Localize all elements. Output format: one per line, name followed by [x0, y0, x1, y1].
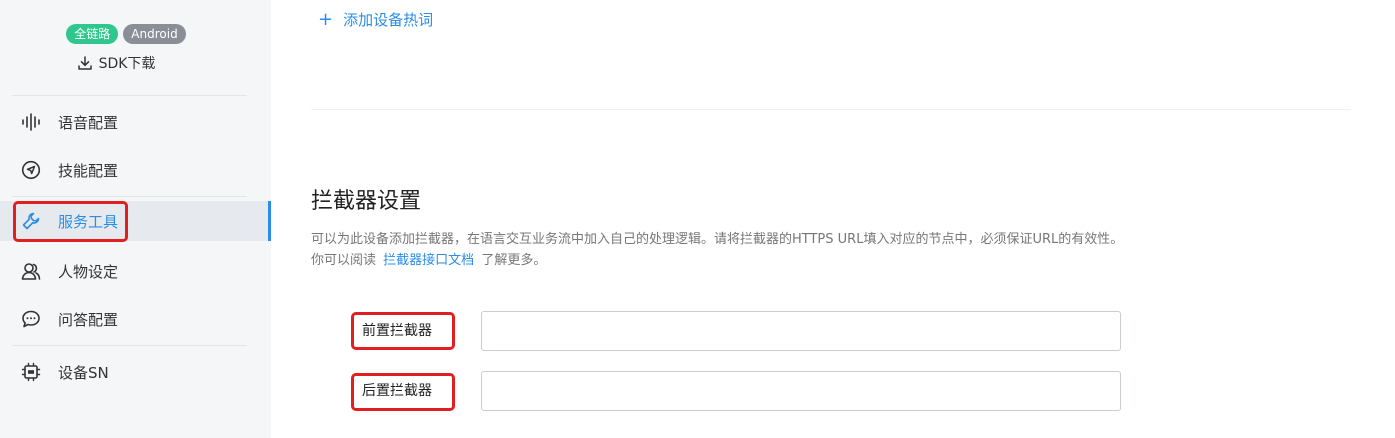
highlight-box — [351, 312, 455, 350]
sidebar-item-voice-config[interactable]: 语音配置 — [0, 102, 271, 142]
sidebar-item-label: 技能配置 — [58, 161, 119, 180]
description-prefix: 你可以阅读 — [311, 253, 377, 268]
platform-badge: Android — [123, 24, 186, 44]
sidebar-item-label: 问答配置 — [58, 310, 119, 329]
sidebar-item-persona[interactable]: 人物设定 — [0, 251, 271, 291]
plus-icon: + — [318, 9, 334, 30]
sidebar: 全链路 Android SDK下载 语音配置 技能配置 服务工具 人物设定 问答… — [0, 0, 271, 438]
badge-group: 全链路 Android — [0, 24, 252, 44]
description-suffix: 了解更多。 — [481, 253, 547, 268]
download-icon — [77, 56, 92, 70]
sidebar-item-label: 人物设定 — [58, 262, 119, 281]
sdk-download-label: SDK下载 — [98, 56, 156, 72]
description-line: 你可以阅读 拦截器接口文档 了解更多。 — [311, 250, 1123, 271]
navigation-icon — [20, 159, 42, 181]
description-line: 可以为此设备添加拦截器，在语言交互业务流中加入自己的处理逻辑。请将拦截器的HTT… — [311, 232, 1124, 247]
voice-wave-icon — [20, 111, 42, 133]
full-link-badge: 全链路 — [66, 24, 119, 44]
add-hotword-link[interactable]: + 添加设备热词 — [318, 9, 433, 31]
sidebar-divider — [12, 95, 247, 96]
add-hotword-label: 添加设备热词 — [343, 11, 434, 29]
sidebar-item-qa-config[interactable]: 问答配置 — [0, 299, 271, 339]
post-interceptor-input[interactable] — [481, 371, 1121, 411]
interceptor-doc-link[interactable]: 拦截器接口文档 — [383, 253, 474, 268]
highlight-box — [351, 373, 455, 411]
persona-icon — [20, 260, 42, 282]
sidebar-item-skill-config[interactable]: 技能配置 — [0, 150, 271, 190]
sidebar-item-device-sn[interactable]: 设备SN — [0, 352, 271, 392]
sidebar-item-label: 语音配置 — [58, 113, 119, 132]
chat-bubble-icon — [20, 308, 42, 330]
sidebar-item-label: 设备SN — [58, 363, 109, 382]
section-description: 可以为此设备添加拦截器，在语言交互业务流中加入自己的处理逻辑。请将拦截器的HTT… — [311, 229, 1123, 271]
sidebar-divider — [12, 196, 247, 197]
sdk-download-link[interactable]: SDK下载 — [0, 54, 232, 74]
pre-interceptor-input[interactable] — [481, 311, 1121, 351]
section-divider — [311, 109, 1351, 110]
chip-icon — [20, 361, 42, 383]
section-title: 拦截器设置 — [311, 189, 422, 214]
highlight-box — [13, 201, 128, 242]
sidebar-divider — [12, 345, 247, 346]
